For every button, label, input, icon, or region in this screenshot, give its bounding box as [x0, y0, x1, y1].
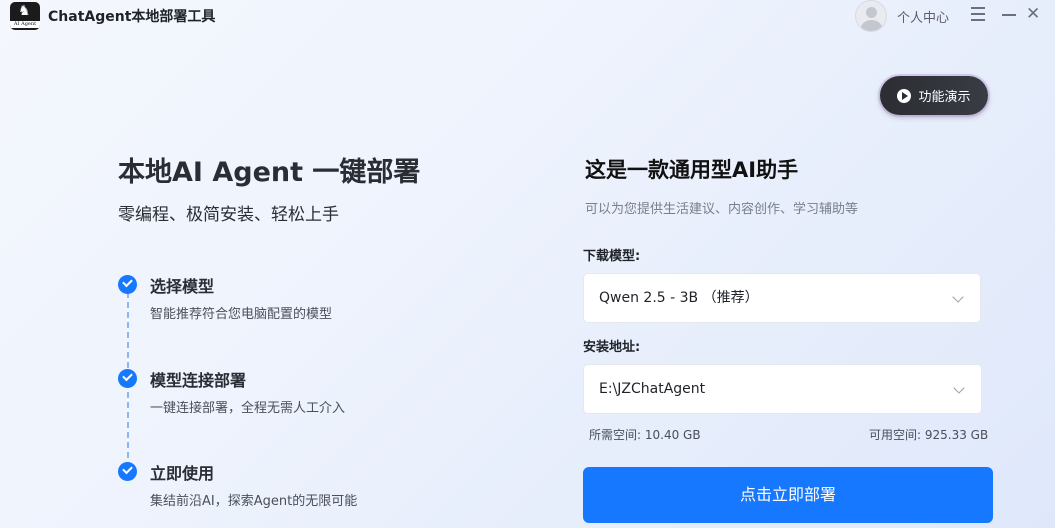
avatar-head-icon	[866, 7, 877, 18]
hero-title: 本地AI Agent 一键部署	[118, 157, 421, 188]
avatar[interactable]	[855, 0, 887, 32]
step-title: 模型连接部署	[150, 371, 247, 390]
space-required: 所需空间: 10.40 GB	[589, 428, 701, 442]
space-available: 可用空间: 925.33 GB	[869, 428, 989, 442]
check-circle-icon	[118, 369, 137, 388]
chevron-down-icon	[952, 291, 964, 303]
step-title: 立即使用	[150, 464, 215, 483]
panel-subtitle: 可以为您提供生活建议、内容创作、学习辅助等	[585, 202, 859, 217]
check-circle-icon	[118, 275, 137, 294]
hero-subtitle: 零编程、极简安装、轻松上手	[118, 205, 339, 225]
install-path-select[interactable]: E:\JZChatAgent	[583, 364, 982, 414]
minimize-icon[interactable]	[1002, 14, 1016, 16]
panel-title: 这是一款通用型AI助手	[585, 158, 799, 182]
feature-demo-button[interactable]: 功能演示	[880, 76, 988, 115]
step-desc: 集结前沿AI，探索Agent的无限可能	[150, 494, 358, 509]
avatar-body-icon	[861, 20, 882, 31]
user-center-link[interactable]: 个人中心	[897, 7, 949, 26]
path-label: 安装地址:	[583, 340, 641, 355]
step-desc: 智能推荐符合您电脑配置的模型	[150, 307, 333, 322]
close-icon[interactable]: ✕	[1026, 4, 1040, 24]
app-logo: ♞ AI Agent	[10, 2, 40, 30]
step-desc: 一键连接部署，全程无需人工介入	[150, 401, 346, 416]
chevron-down-icon	[953, 382, 965, 394]
step-title: 选择模型	[150, 277, 215, 296]
model-label: 下载模型:	[583, 249, 641, 264]
logo-mark-icon: ♞	[18, 3, 31, 19]
play-icon	[897, 88, 912, 103]
model-select-value: Qwen 2.5 - 3B （推荐）	[599, 290, 759, 306]
install-path-value: E:\JZChatAgent	[599, 381, 706, 397]
menu-icon[interactable]	[971, 7, 985, 21]
feature-demo-label: 功能演示	[918, 90, 971, 105]
logo-caption: AI Agent	[10, 21, 40, 28]
title-bar: ♞ AI Agent ChatAgent本地部署工具 个人中心 ✕	[0, 0, 1055, 32]
deploy-button[interactable]: 点击立即部署	[583, 467, 993, 523]
model-select[interactable]: Qwen 2.5 - 3B （推荐）	[583, 273, 981, 323]
check-circle-icon	[118, 462, 137, 481]
app-title: ChatAgent本地部署工具	[48, 9, 216, 25]
